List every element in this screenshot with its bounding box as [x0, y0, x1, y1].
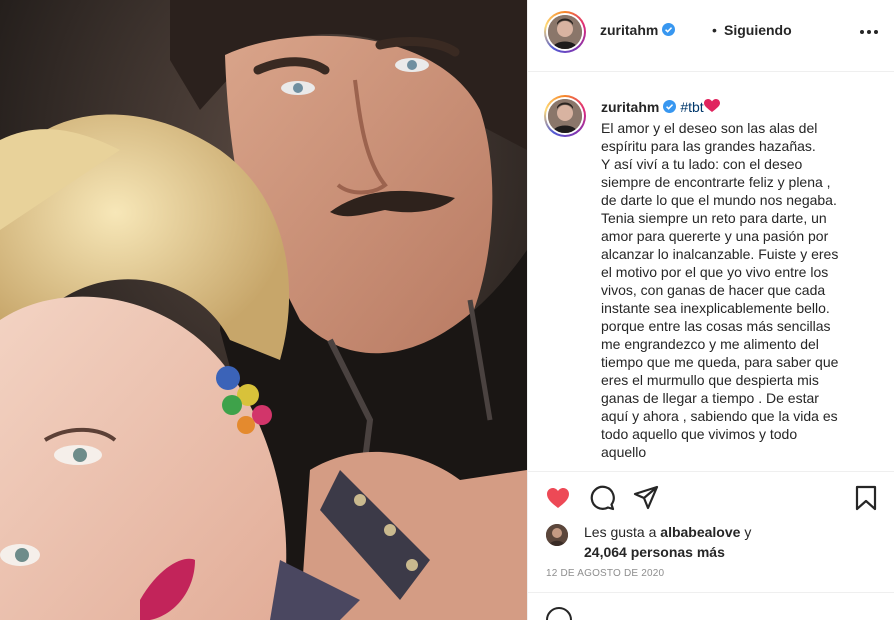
- comment-icon[interactable]: [588, 484, 616, 512]
- likes-count[interactable]: 24,064 personas más: [584, 544, 725, 560]
- caption-line: instante sea inexplicablemente bello.: [601, 300, 830, 316]
- caption-line: espíritu para las grandes hazañas.: [601, 138, 816, 154]
- caption-line: me engrandezco y me alimento del: [601, 336, 819, 352]
- caption-line: todo aquello que vivimos y todo: [601, 426, 798, 442]
- share-icon[interactable]: [632, 484, 660, 512]
- caption-line: El amor y el deseo son las alas del: [601, 120, 818, 136]
- couple-portrait-image: [0, 0, 527, 620]
- likes-prefix: Les gusta a: [584, 524, 657, 540]
- author-avatar[interactable]: [544, 11, 586, 53]
- liker-avatar[interactable]: [546, 524, 568, 546]
- hashtag-link[interactable]: #tbt: [680, 99, 703, 115]
- caption-line: Tenia siempre un reto para darte, un: [601, 210, 827, 226]
- header-separator: •: [712, 22, 717, 38]
- caption-text: El amor y el deseo son las alas del espír…: [601, 119, 891, 461]
- caption-username[interactable]: zuritahm #tbt: [601, 99, 720, 115]
- action-bar: [528, 471, 894, 525]
- liker-username[interactable]: albabealove: [660, 524, 740, 540]
- more-options-icon[interactable]: [860, 24, 880, 40]
- caption-comment: zuritahm #tbt El amor y el deseo son las …: [528, 73, 894, 471]
- verified-badge-icon: [662, 23, 676, 36]
- caption-line: ganas de llegar a tiempo . De estar: [601, 390, 819, 406]
- caption-line: aquí y ahora , sabiendo que la vida es: [601, 408, 838, 424]
- add-comment-bar: [528, 592, 894, 620]
- caption-line: aquello: [601, 444, 647, 460]
- instagram-post: zuritahm • Siguiendo zuritahm #tbt El amo…: [0, 0, 894, 620]
- heart-icon[interactable]: [544, 484, 572, 512]
- caption-line: alcanzar lo inalcanzable. Fuiste y eres: [601, 246, 839, 262]
- emoji-icon[interactable]: [546, 607, 572, 620]
- caption-line: porque entre las cosas más sencillas: [601, 318, 831, 334]
- caption-line: tiempo que me queda, para saber que: [601, 354, 839, 370]
- caption-author-avatar[interactable]: [544, 95, 586, 137]
- post-side-panel: zuritahm • Siguiendo zuritahm #tbt El amo…: [527, 0, 894, 620]
- verified-badge-icon: [663, 100, 677, 113]
- caption-line: de darte lo que el mundo nos negaba.: [601, 192, 837, 208]
- likes-conjunction: y: [744, 524, 752, 540]
- post-date[interactable]: 12 DE AGOSTO DE 2020: [546, 568, 664, 579]
- caption-line: siempre de encontrarte feliz y plena ,: [601, 174, 831, 190]
- bookmark-icon[interactable]: [852, 484, 880, 512]
- caption-line: el motivo por el que yo vivo entre los: [601, 264, 829, 280]
- likes-text: Les gusta a albabealove y 24,064 persona…: [584, 522, 884, 562]
- caption-line: amor para quererte y una pasión por: [601, 228, 829, 244]
- post-header: zuritahm • Siguiendo: [528, 0, 894, 72]
- caption-line: Y así viví a tu lado: con el deseo: [601, 156, 803, 172]
- red-heart-emoji-icon: [703, 99, 720, 112]
- following-button[interactable]: Siguiendo: [724, 22, 792, 38]
- caption-line: vivos, con ganas de hacer que cada: [601, 282, 826, 298]
- post-photo[interactable]: [0, 0, 527, 620]
- author-username[interactable]: zuritahm: [600, 22, 676, 38]
- caption-line: eres el murmullo que despierta mis: [601, 372, 819, 388]
